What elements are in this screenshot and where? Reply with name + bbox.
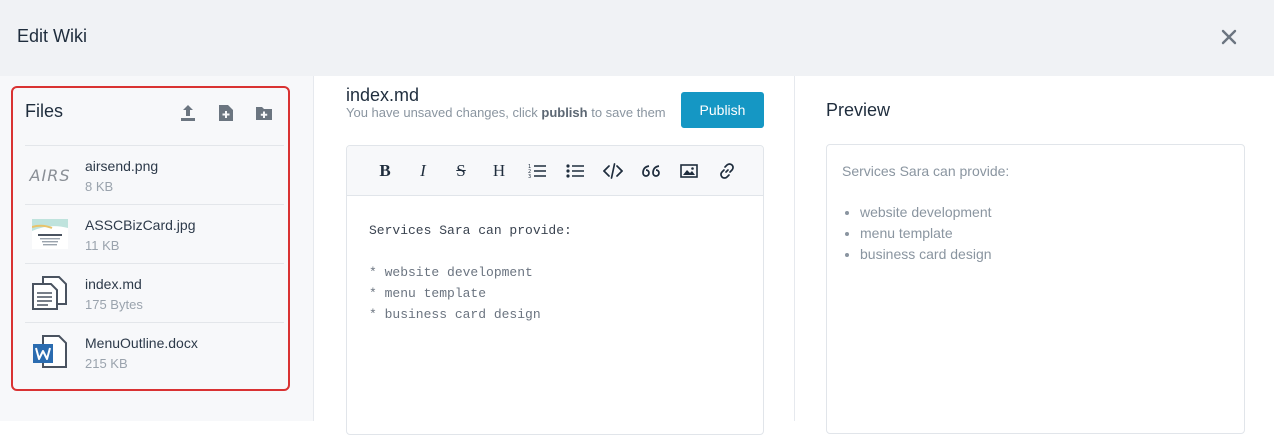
code-button[interactable] xyxy=(601,159,625,183)
preview-list: website development menu template busine… xyxy=(860,202,992,265)
note-text: You have unsaved changes, click xyxy=(346,105,542,120)
publish-button[interactable]: Publish xyxy=(681,92,764,128)
note-bold-text: publish xyxy=(541,105,588,120)
preview-intro: Services Sara can provide: xyxy=(842,163,1010,179)
document-icon xyxy=(31,274,69,312)
new-folder-icon xyxy=(256,107,272,120)
bold-icon: B xyxy=(379,160,391,180)
files-actions xyxy=(176,102,276,124)
files-title: Files xyxy=(25,101,64,121)
svg-text:3: 3 xyxy=(528,174,531,179)
preview-box: Services Sara can provide: website devel… xyxy=(826,144,1245,434)
file-item-menuoutline[interactable]: MenuOutline.docx 215 KB xyxy=(25,322,284,381)
new-folder-button[interactable] xyxy=(252,102,276,124)
file-name: airsend.png xyxy=(85,158,159,174)
unordered-list-icon xyxy=(566,163,584,178)
list-item: business card design xyxy=(860,244,992,265)
italic-icon: I xyxy=(420,160,426,180)
upload-icon xyxy=(181,105,195,121)
image-icon xyxy=(680,163,698,178)
file-size: 215 KB xyxy=(85,356,128,371)
markdown-editor[interactable]: B I S H 1 2 3 Services Sara can provide:… xyxy=(346,145,764,435)
heading-icon: H xyxy=(492,160,506,180)
quote-icon xyxy=(642,164,660,177)
file-item-asscbizcard[interactable]: ASSCBizCard.jpg 11 KB xyxy=(25,204,284,263)
image-thumbnail: AIRS xyxy=(29,156,71,194)
list-item: website development xyxy=(860,202,992,223)
editor-toolbar: B I S H 1 2 3 xyxy=(347,146,763,196)
airsend-logo-text: AIRS xyxy=(29,165,71,185)
file-name: ASSCBizCard.jpg xyxy=(85,217,196,233)
list-item: menu template xyxy=(860,223,992,244)
note-text-end: to save them xyxy=(587,105,666,120)
strikethrough-icon: S xyxy=(456,160,466,180)
code-icon xyxy=(603,162,623,179)
file-list: AIRS airsend.png 8 KB ASSCBizCard.jpg 11… xyxy=(25,145,284,381)
file-item-airsend[interactable]: AIRS airsend.png 8 KB xyxy=(25,145,284,204)
image-button[interactable] xyxy=(677,159,701,183)
new-file-icon xyxy=(219,105,233,121)
modal-header: Edit Wiki xyxy=(0,0,1274,76)
preview-title: Preview xyxy=(826,100,891,120)
modal-title: Edit Wiki xyxy=(17,26,88,46)
quote-button[interactable] xyxy=(639,159,663,183)
file-size: 8 KB xyxy=(85,179,114,194)
editor-line: * business card design xyxy=(369,307,541,322)
close-button[interactable] xyxy=(1216,24,1242,50)
file-size: 175 Bytes xyxy=(85,297,143,312)
upload-button[interactable] xyxy=(176,102,200,124)
word-document-icon xyxy=(31,333,69,371)
editor-line: Services Sara can provide: xyxy=(369,223,572,238)
editor-panel: index.md You have unsaved changes, click… xyxy=(315,76,795,435)
editor-file-name: index.md xyxy=(346,85,420,105)
file-name: MenuOutline.docx xyxy=(85,335,198,351)
ordered-list-button[interactable]: 1 2 3 xyxy=(525,159,549,183)
editor-line: * website development xyxy=(369,265,533,280)
editor-content[interactable]: Services Sara can provide: * website deve… xyxy=(369,220,572,325)
ordered-list-icon: 1 2 3 xyxy=(528,164,546,179)
new-file-button[interactable] xyxy=(214,102,238,124)
preview-panel: Preview Services Sara can provide: websi… xyxy=(796,76,1274,434)
heading-button[interactable]: H xyxy=(487,159,511,183)
strikethrough-button[interactable]: S xyxy=(449,159,473,183)
unordered-list-button[interactable] xyxy=(563,159,587,183)
image-thumbnail xyxy=(31,215,69,253)
close-icon xyxy=(1221,29,1237,45)
unsaved-changes-note: You have unsaved changes, click publish … xyxy=(346,105,686,120)
files-panel: Files AIRS airsend.png 8 KB ASSCBizCard.… xyxy=(11,86,290,391)
link-button[interactable] xyxy=(715,159,739,183)
italic-button[interactable]: I xyxy=(411,159,435,183)
link-icon xyxy=(720,162,734,179)
file-name: index.md xyxy=(85,276,142,292)
bold-button[interactable]: B xyxy=(373,159,397,183)
file-item-index-md[interactable]: index.md 175 Bytes xyxy=(25,263,284,322)
editor-line: * menu template xyxy=(369,286,487,301)
file-size: 11 KB xyxy=(85,238,120,253)
